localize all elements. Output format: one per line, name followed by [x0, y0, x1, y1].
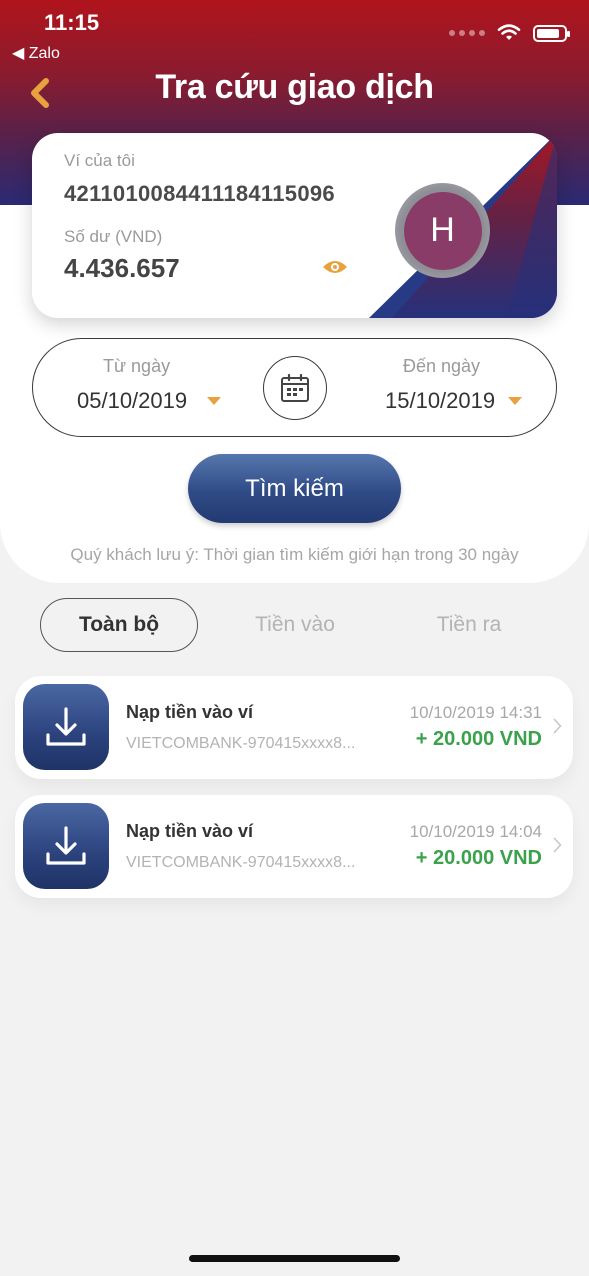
from-dropdown-icon[interactable]	[207, 397, 221, 405]
transaction-time: 10/10/2019 14:31	[409, 703, 542, 722]
search-button[interactable]: Tìm kiếm	[188, 454, 401, 523]
status-time: 11:15	[44, 10, 100, 35]
balance-label: Số dư (VND)	[64, 227, 163, 246]
tab-money-in[interactable]: Tiền vào	[220, 598, 370, 652]
transaction-amount: + 20.000 VND	[415, 847, 542, 869]
page-title: Tra cứu giao dịch	[155, 68, 434, 106]
avatar-initial: H	[403, 191, 482, 270]
deposit-icon	[23, 684, 109, 770]
status-icons	[449, 24, 570, 42]
battery-icon	[533, 24, 570, 42]
balance-value: 4.436.657	[64, 253, 180, 283]
transaction-time: 10/10/2019 14:04	[409, 822, 542, 841]
transaction-amount: + 20.000 VND	[415, 728, 542, 750]
wallet-number: 4211010084411184115096	[64, 181, 335, 206]
download-icon	[46, 707, 86, 746]
transaction-source: VIETCOMBANK-970415xxxx8...	[126, 854, 356, 871]
to-date-label: Đến ngày	[403, 356, 481, 376]
date-range-selector: Từ ngày 05/10/2019 Đến ngày 15/10/2019	[32, 338, 557, 437]
transaction-source: VIETCOMBANK-970415xxxx8...	[126, 735, 356, 752]
calendar-button[interactable]	[263, 356, 327, 420]
home-indicator[interactable]	[189, 1255, 400, 1262]
back-to-app-link[interactable]: ◀ Zalo	[12, 43, 60, 63]
wallet-label: Ví của tôi	[64, 151, 135, 170]
transaction-row[interactable]: Nạp tiền vào ví VIETCOMBANK-970415xxxx8.…	[15, 795, 573, 898]
tab-money-out[interactable]: Tiền ra	[394, 598, 544, 652]
eye-icon[interactable]	[322, 259, 348, 275]
wallet-card: Ví của tôi 4211010084411184115096 Số dư …	[32, 133, 557, 318]
avatar[interactable]: H	[395, 183, 490, 278]
chevron-right-icon	[553, 718, 562, 734]
transaction-title: Nạp tiền vào ví	[126, 702, 254, 722]
tab-all[interactable]: Toàn bộ	[40, 598, 198, 652]
from-date-value[interactable]: 05/10/2019	[77, 388, 187, 414]
transaction-title: Nạp tiền vào ví	[126, 821, 254, 841]
to-dropdown-icon[interactable]	[508, 397, 522, 405]
deposit-icon	[23, 803, 109, 889]
search-note: Quý khách lưu ý: Thời gian tìm kiếm giới…	[70, 545, 519, 564]
download-icon	[46, 826, 86, 865]
signal-icon	[449, 30, 485, 36]
chevron-right-icon	[553, 837, 562, 853]
wifi-icon	[497, 24, 521, 40]
transaction-row[interactable]: Nạp tiền vào ví VIETCOMBANK-970415xxxx8.…	[15, 676, 573, 779]
calendar-icon	[281, 373, 309, 402]
from-date-label: Từ ngày	[103, 356, 171, 376]
to-date-value[interactable]: 15/10/2019	[385, 388, 495, 414]
